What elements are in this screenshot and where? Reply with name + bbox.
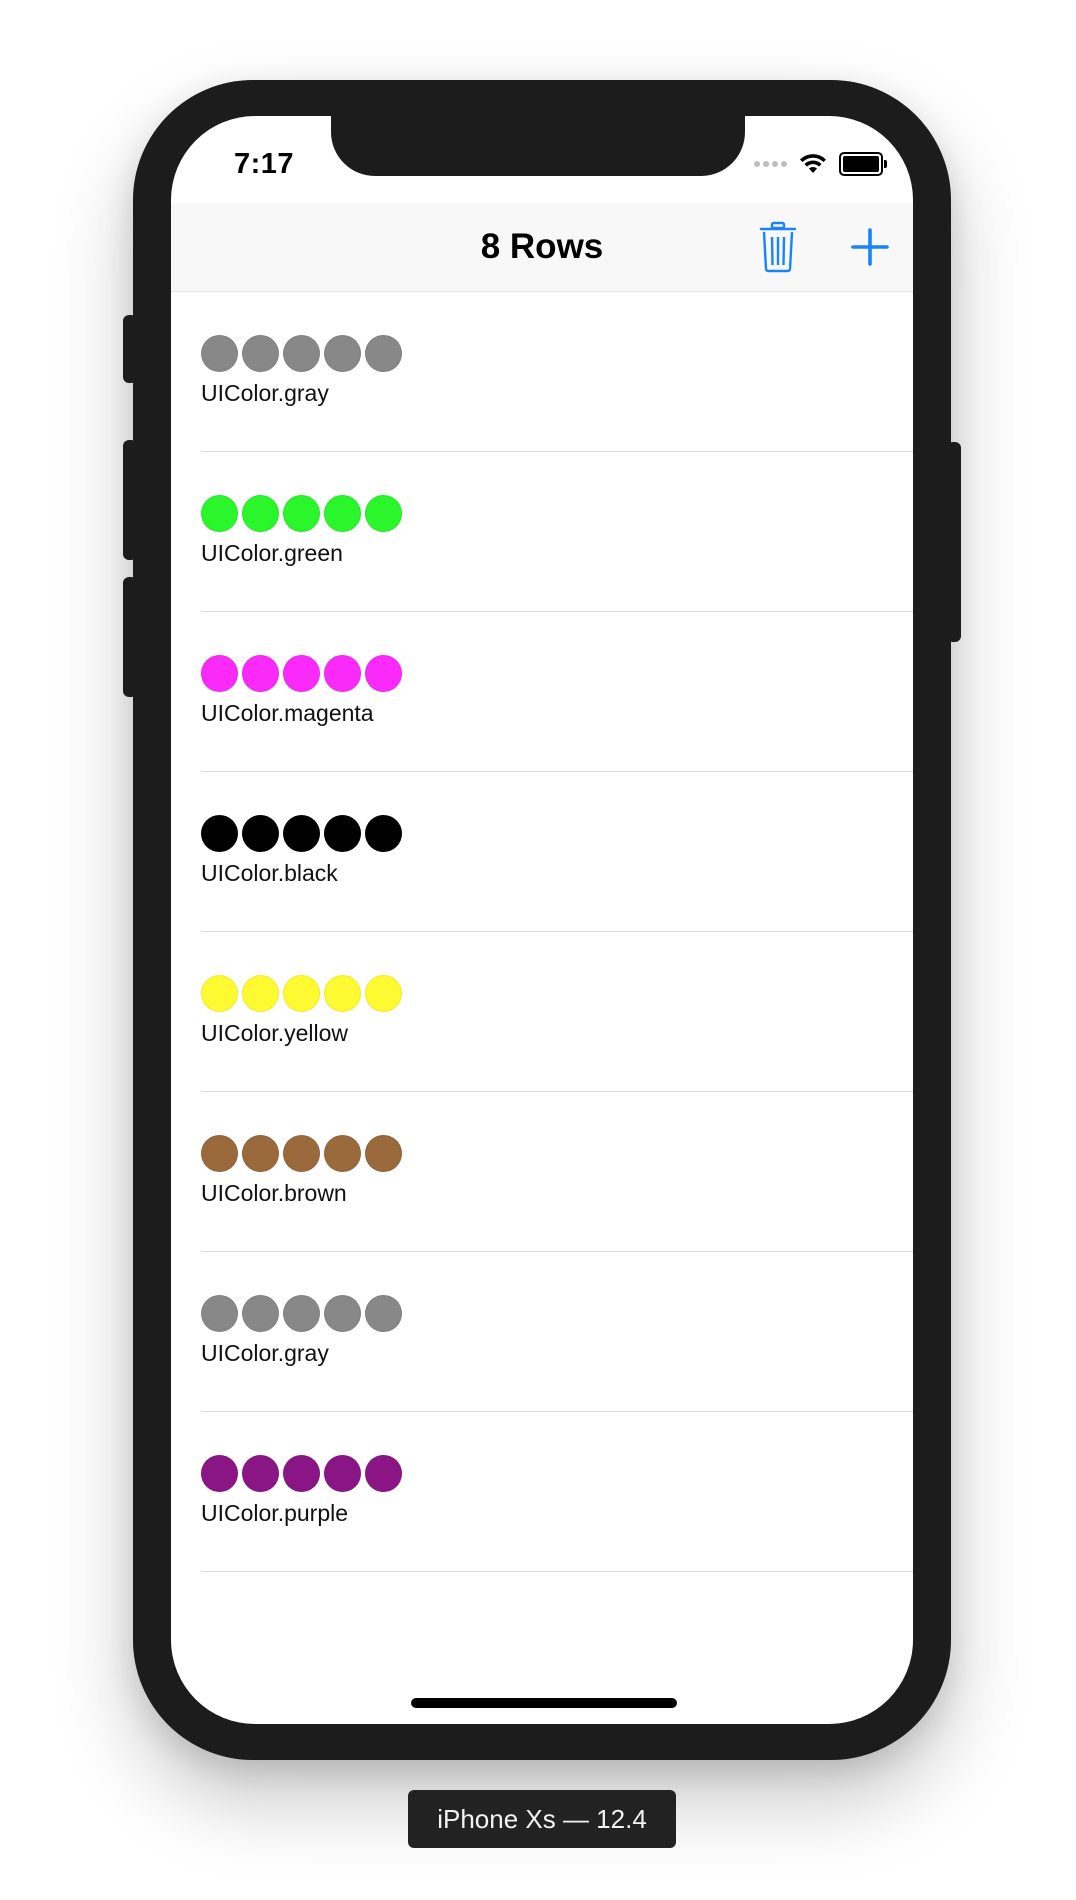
color-swatch	[365, 335, 402, 372]
table-row[interactable]: UIColor.yellow	[201, 932, 913, 1092]
color-swatch	[283, 335, 320, 372]
color-swatch	[283, 1295, 320, 1332]
color-swatch	[324, 335, 361, 372]
device-screen: 7:17 8 Rows UIColor.gray UIColor.green U…	[171, 116, 913, 1724]
color-swatch-group	[201, 495, 406, 532]
row-label: UIColor.brown	[201, 1180, 347, 1206]
color-swatch	[365, 1455, 402, 1492]
row-label: UIColor.purple	[201, 1500, 349, 1526]
iphone-frame: 7:17 8 Rows UIColor.gray UIColor.green U…	[123, 80, 961, 1760]
color-swatch	[283, 655, 320, 692]
row-label: UIColor.magenta	[201, 700, 374, 726]
color-swatch	[201, 1455, 238, 1492]
table-row[interactable]: UIColor.gray	[201, 292, 913, 452]
home-indicator[interactable]	[411, 1698, 677, 1708]
table-row[interactable]: UIColor.black	[201, 772, 913, 932]
color-swatch	[242, 1135, 279, 1172]
delete-button[interactable]	[750, 219, 806, 275]
color-swatch	[283, 975, 320, 1012]
color-swatch	[365, 1295, 402, 1332]
notch	[331, 116, 745, 176]
wifi-icon	[800, 154, 826, 173]
row-label: UIColor.gray	[201, 380, 329, 406]
add-button[interactable]	[842, 219, 898, 275]
plus-icon	[851, 228, 889, 266]
color-swatch	[201, 1295, 238, 1332]
row-label: UIColor.green	[201, 540, 343, 566]
color-swatch	[365, 1135, 402, 1172]
color-swatch-group	[201, 815, 406, 852]
status-indicators	[754, 150, 887, 178]
color-swatch-group	[201, 1135, 406, 1172]
color-swatch	[324, 815, 361, 852]
status-time: 7:17	[234, 148, 295, 180]
row-label: UIColor.gray	[201, 1340, 329, 1366]
color-swatch	[201, 1135, 238, 1172]
color-swatch	[324, 975, 361, 1012]
row-label: UIColor.black	[201, 860, 338, 886]
color-swatch-group	[201, 1455, 406, 1492]
table-row[interactable]: UIColor.magenta	[201, 612, 913, 772]
color-swatch	[242, 495, 279, 532]
color-swatch	[201, 655, 238, 692]
volume-up-button	[123, 440, 137, 560]
color-swatch	[201, 975, 238, 1012]
cellular-signal-icon	[754, 161, 787, 167]
color-swatch-group	[201, 335, 406, 372]
volume-down-button	[123, 577, 137, 697]
color-swatch	[242, 975, 279, 1012]
table-row[interactable]: UIColor.purple	[201, 1412, 913, 1572]
color-swatch	[201, 335, 238, 372]
color-swatch	[242, 655, 279, 692]
color-swatch	[324, 1295, 361, 1332]
battery-icon	[839, 152, 887, 176]
trash-icon	[759, 221, 797, 273]
color-swatch	[365, 975, 402, 1012]
color-swatch	[242, 335, 279, 372]
color-swatch	[365, 495, 402, 532]
table-row[interactable]: UIColor.green	[201, 452, 913, 612]
color-swatch	[365, 655, 402, 692]
color-swatch	[201, 495, 238, 532]
table-row[interactable]: UIColor.gray	[201, 1252, 913, 1412]
device-label: iPhone Xs — 12.4	[408, 1790, 676, 1848]
color-swatch-group	[201, 1295, 406, 1332]
navigation-bar: 8 Rows	[171, 203, 913, 292]
color-swatch	[365, 815, 402, 852]
color-swatch	[324, 655, 361, 692]
color-swatch	[283, 1135, 320, 1172]
color-swatch	[201, 815, 238, 852]
color-swatch	[242, 1455, 279, 1492]
color-swatch	[283, 1455, 320, 1492]
color-swatch-group	[201, 655, 406, 692]
color-swatch	[283, 495, 320, 532]
table-row[interactable]: UIColor.brown	[201, 1092, 913, 1252]
color-swatch	[324, 1455, 361, 1492]
silent-switch	[123, 315, 137, 383]
simulator-stage: 7:17 8 Rows UIColor.gray UIColor.green U…	[0, 0, 1076, 1900]
color-swatch	[324, 1135, 361, 1172]
color-swatch	[324, 495, 361, 532]
color-table: UIColor.gray UIColor.green UIColor.magenta…	[171, 292, 913, 1572]
color-swatch	[242, 1295, 279, 1332]
color-swatch-group	[201, 975, 406, 1012]
power-button	[947, 442, 961, 642]
color-swatch	[242, 815, 279, 852]
color-swatch	[283, 815, 320, 852]
row-label: UIColor.yellow	[201, 1020, 348, 1046]
